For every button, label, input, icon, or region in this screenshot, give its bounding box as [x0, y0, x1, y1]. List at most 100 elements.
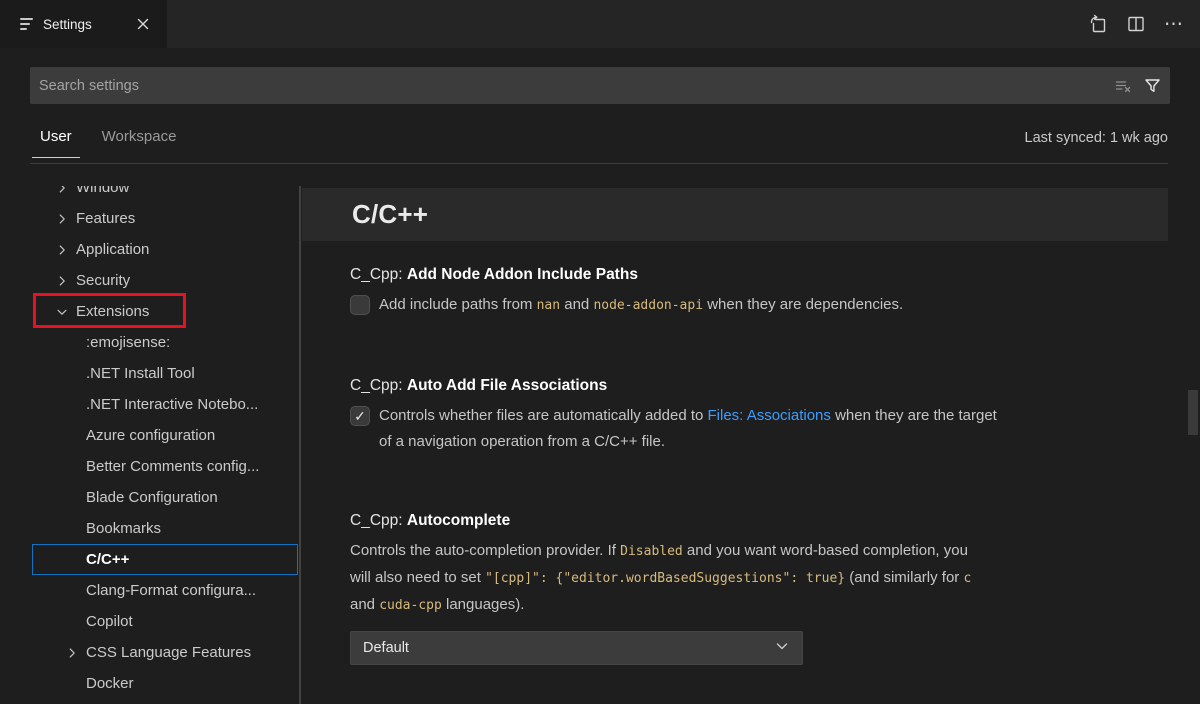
page-title: C/C++ [302, 199, 428, 230]
filter-icon[interactable] [1141, 75, 1163, 97]
scope-divider [30, 163, 1168, 164]
sidebar-item-label: C/C++ [86, 551, 129, 568]
settings-scope-row: User Workspace Last synced: 1 wk ago [30, 120, 1168, 166]
sidebar-item-blade-configuration[interactable]: Blade Configuration [32, 482, 298, 513]
sidebar-item-label: Azure configuration [86, 427, 215, 444]
setting-name: Autocomplete [407, 512, 510, 529]
sidebar-item-label: Extensions [76, 303, 149, 320]
indent-spacer [64, 552, 80, 568]
sidebar-item-application[interactable]: Application [32, 234, 298, 265]
sidebar-item-label: Better Comments config... [86, 458, 259, 475]
tab-settings[interactable]: Settings [0, 0, 167, 48]
settings-search-bar [30, 67, 1170, 104]
sidebar-item-clang-format-configura[interactable]: Clang-Format configura... [32, 575, 298, 606]
sidebar-item-label: Application [76, 241, 149, 258]
scrollbar-thumb[interactable] [1188, 390, 1198, 435]
description-text: will also need to set [350, 569, 485, 586]
code-span: node-addon-api [593, 298, 703, 313]
tab-user[interactable]: User [32, 126, 80, 158]
setting-prefix: C_Cpp: [350, 266, 407, 283]
tab-workspace[interactable]: Workspace [94, 126, 185, 158]
setting-title: C_Cpp: Autocomplete [350, 510, 1142, 531]
sidebar-resize-sash[interactable] [299, 186, 301, 704]
sidebar-item-better-comments-config[interactable]: Better Comments config... [32, 451, 298, 482]
indent-spacer [64, 614, 80, 630]
setting-auto-add-file-associations: C_Cpp: Auto Add File Associations ✓ Cont… [350, 375, 1142, 455]
chevron-right-icon[interactable] [54, 211, 70, 227]
chevron-right-icon[interactable] [54, 186, 70, 196]
clear-search-icon[interactable] [1112, 75, 1134, 97]
sidebar-item-window[interactable]: Window [32, 186, 298, 203]
chevron-right-icon[interactable] [54, 273, 70, 289]
setting-add-node-addon-include-paths: C_Cpp: Add Node Addon Include Paths Add … [350, 264, 1142, 319]
description-text: when they are dependencies. [703, 296, 903, 313]
code-span: "[cpp]": {"editor.wordBasedSuggestions":… [485, 571, 845, 586]
editor-tab-bar: Settings ⋯ [0, 0, 1200, 48]
code-span: Disabled [620, 544, 683, 559]
setting-name: Add Node Addon Include Paths [407, 266, 638, 283]
last-synced-status: Last synced: 1 wk ago [1025, 130, 1168, 146]
setting-prefix: C_Cpp: [350, 512, 407, 529]
indent-spacer [64, 366, 80, 382]
description-text: when they are the target [831, 407, 997, 424]
description-text: of a navigation operation from a C/C++ f… [379, 433, 665, 450]
sidebar-item-label: Features [76, 210, 135, 227]
indent-spacer [64, 490, 80, 506]
description-text: and [560, 296, 593, 313]
sidebar-item-bookmarks[interactable]: Bookmarks [32, 513, 298, 544]
sidebar-item-azure-configuration[interactable]: Azure configuration [32, 420, 298, 451]
description-text: Controls whether files are automatically… [379, 407, 708, 424]
sidebar-item-label: :emojisense: [86, 334, 170, 351]
sidebar-item-copilot[interactable]: Copilot [32, 606, 298, 637]
editor-actions: ⋯ [1084, 0, 1188, 48]
sidebar-item-label: CSS Language Features [86, 644, 251, 661]
sidebar-item-label: Blade Configuration [86, 489, 218, 506]
sidebar-item-extensions[interactable]: Extensions [32, 296, 298, 327]
indent-spacer [64, 335, 80, 351]
settings-group-header: C/C++ [302, 188, 1168, 241]
search-input[interactable] [30, 78, 1112, 94]
search-bar-actions [1112, 75, 1170, 97]
description-text: (and similarly for [845, 569, 963, 586]
setting-title: C_Cpp: Auto Add File Associations [350, 375, 1142, 396]
autocomplete-dropdown[interactable]: Default [350, 631, 803, 665]
more-actions-icon[interactable]: ⋯ [1160, 10, 1188, 38]
chevron-right-icon[interactable] [64, 645, 80, 661]
scope-tabs: User Workspace [32, 126, 184, 158]
indent-spacer [64, 521, 80, 537]
checkbox-unchecked[interactable] [350, 295, 370, 315]
sidebar-item-security[interactable]: Security [32, 265, 298, 296]
sidebar-item-label: Copilot [86, 613, 133, 630]
sidebar-item-emojisense[interactable]: :emojisense: [32, 327, 298, 358]
chevron-down-icon [774, 638, 790, 659]
description-text: Add include paths from [379, 296, 537, 313]
indent-spacer [64, 459, 80, 475]
sidebar-item-net-install-tool[interactable]: .NET Install Tool [32, 358, 298, 389]
open-settings-json-icon[interactable] [1084, 10, 1112, 38]
chevron-down-icon[interactable] [54, 304, 70, 320]
sidebar-item-label: Bookmarks [86, 520, 161, 537]
sidebar-item-docker[interactable]: Docker [32, 668, 298, 699]
sidebar-item-c-c[interactable]: C/C++ [32, 544, 298, 575]
settings-link[interactable]: Files: Associations [708, 407, 831, 424]
sidebar-item-label: Clang-Format configura... [86, 582, 256, 599]
code-span: cuda-cpp [379, 598, 442, 613]
description-text: and you want word-based completion, you [683, 542, 968, 559]
chevron-right-icon[interactable] [54, 242, 70, 258]
sidebar-item-label: Docker [86, 675, 134, 692]
sidebar-item-label: .NET Install Tool [86, 365, 195, 382]
settings-list-icon [20, 18, 34, 30]
sidebar-item-net-interactive-notebo[interactable]: .NET Interactive Notebo... [32, 389, 298, 420]
close-icon[interactable] [133, 14, 153, 34]
sidebar-item-label: Window [76, 186, 129, 196]
checkbox-checked[interactable]: ✓ [350, 406, 370, 426]
check-icon: ✓ [354, 408, 366, 425]
split-editor-icon[interactable] [1122, 10, 1150, 38]
dropdown-value: Default [363, 640, 774, 656]
sidebar-item-features[interactable]: Features [32, 203, 298, 234]
sidebar-item-css-language-features[interactable]: CSS Language Features [32, 637, 298, 668]
sidebar-item-label: .NET Interactive Notebo... [86, 396, 258, 413]
description-text: and [350, 596, 379, 613]
settings-toc: Window Features Application Security Extensi… [0, 186, 299, 704]
setting-title: C_Cpp: Add Node Addon Include Paths [350, 264, 1142, 285]
